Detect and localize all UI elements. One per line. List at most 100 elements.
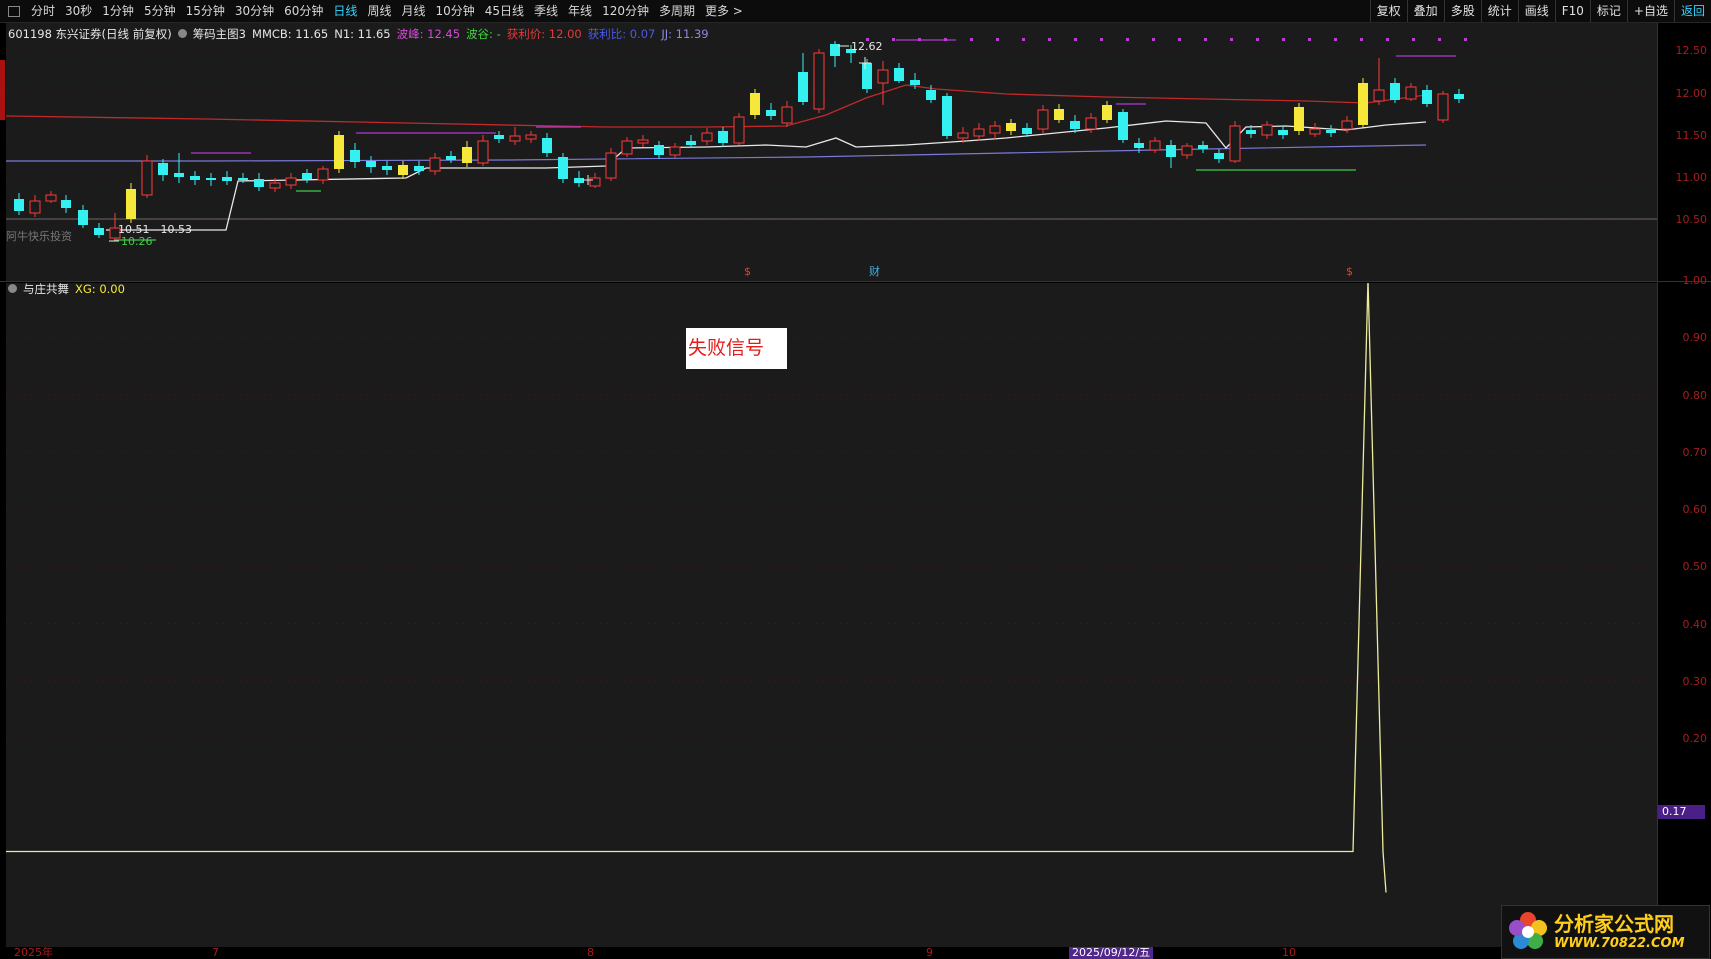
indicator-tick-label: 0.30 bbox=[1682, 674, 1708, 688]
candle-body bbox=[414, 166, 424, 171]
tool-button[interactable]: 返回 bbox=[1673, 0, 1711, 22]
indicator-tick-label: 0.20 bbox=[1682, 732, 1708, 745]
peak-dot bbox=[918, 38, 921, 41]
period-toolbar: 分时 30秒 1分钟 5分钟 15分钟 30分钟 60分钟 日线 周线 月线 10分钟 45日线 季线年… bbox=[0, 0, 1711, 23]
sub-indicator-panel[interactable] bbox=[6, 279, 1657, 947]
price-tick-label: 12.50 bbox=[1675, 44, 1708, 57]
peak-dot bbox=[1360, 38, 1363, 41]
period-tab[interactable]: 1分钟 bbox=[97, 0, 139, 22]
candle-body bbox=[317, 168, 329, 181]
indicator-tick-label: 0.50 bbox=[1682, 560, 1708, 574]
profit-ratio-value: 获利比: 0.07 bbox=[587, 27, 656, 41]
candle-body bbox=[1309, 128, 1321, 135]
candle-body bbox=[126, 189, 136, 219]
period-tab[interactable]: 120分钟 bbox=[597, 0, 654, 22]
period-tab[interactable]: 5分钟 bbox=[139, 0, 181, 22]
tool-button[interactable]: +自选 bbox=[1626, 0, 1674, 22]
candle-body bbox=[1149, 140, 1161, 151]
candle-body bbox=[222, 177, 232, 181]
peak-dot bbox=[970, 38, 973, 41]
candle-body bbox=[477, 140, 489, 164]
peak-dot bbox=[1126, 38, 1129, 41]
tool-button[interactable]: 标记 bbox=[1589, 0, 1627, 22]
period-tab[interactable]: 多周期 bbox=[654, 0, 700, 22]
candle-body bbox=[382, 166, 392, 170]
period-tab[interactable]: 月线 bbox=[396, 0, 430, 22]
period-tab[interactable]: 30秒 bbox=[60, 0, 97, 22]
period-tab[interactable]: 60分钟 bbox=[279, 0, 328, 22]
candle-body bbox=[926, 90, 936, 100]
candle-body bbox=[190, 176, 200, 180]
tool-button[interactable]: 叠加 bbox=[1406, 0, 1444, 22]
indicator-settings-icon[interactable] bbox=[177, 29, 187, 38]
period-tab[interactable]: 日线 bbox=[328, 0, 362, 22]
signal-line bbox=[6, 279, 1387, 893]
period-tab[interactable]: 年线 bbox=[563, 0, 597, 22]
stock-name[interactable]: 601198 东兴证券(日线 前复权) bbox=[8, 26, 172, 42]
candle-body bbox=[813, 52, 825, 110]
candle-body bbox=[1294, 107, 1304, 131]
candle-body bbox=[1405, 86, 1417, 100]
window-toggle-icon[interactable] bbox=[6, 3, 22, 19]
candle-body bbox=[877, 69, 889, 84]
candle-body bbox=[894, 68, 904, 81]
jj-value: JJ: 11.39 bbox=[661, 27, 709, 41]
sub-indicator-settings-icon[interactable] bbox=[8, 284, 17, 293]
candle-body bbox=[1166, 145, 1176, 157]
period-tab[interactable]: 15分钟 bbox=[181, 0, 230, 22]
event-marker: $ bbox=[744, 265, 751, 278]
period-tab[interactable]: 分时 bbox=[26, 0, 60, 22]
candle-body bbox=[254, 179, 264, 187]
candle-body bbox=[14, 199, 24, 211]
sub-indicator-name[interactable]: 与庄共舞 bbox=[23, 281, 69, 297]
sub-indicator-header: 与庄共舞 XG: 0.00 bbox=[8, 281, 125, 297]
candle-body bbox=[29, 200, 41, 214]
watermark-label: 阿牛快乐投资 bbox=[6, 229, 72, 243]
tool-button[interactable]: 统计 bbox=[1480, 0, 1518, 22]
candle-body bbox=[605, 152, 617, 179]
candle-body bbox=[285, 177, 297, 186]
tool-button[interactable]: 多股 bbox=[1443, 0, 1481, 22]
tool-button[interactable]: F10 bbox=[1554, 0, 1590, 22]
candle-body bbox=[446, 156, 456, 160]
candle-body bbox=[1390, 83, 1400, 100]
candle-body bbox=[158, 163, 168, 175]
candle-body bbox=[1358, 83, 1368, 125]
candle-body bbox=[45, 194, 57, 202]
indicator-chart[interactable] bbox=[6, 279, 1657, 947]
tool-button[interactable]: 复权 bbox=[1369, 0, 1407, 22]
kline-chart[interactable]: 12.6210.51 - 10.5310.26阿牛快乐投资$ 财 $ bbox=[5, 23, 1657, 281]
date-label: 8 bbox=[587, 946, 594, 959]
peak-dot bbox=[1048, 38, 1051, 41]
peak-dot bbox=[1308, 38, 1311, 41]
period-tab[interactable]: 季线 bbox=[529, 0, 563, 22]
period-tab[interactable]: 30分钟 bbox=[230, 0, 279, 22]
logo-url: WWW.70822.COM bbox=[1554, 936, 1685, 951]
candle-body bbox=[238, 178, 248, 180]
period-tab[interactable]: 10分钟 bbox=[430, 0, 479, 22]
period-tab[interactable]: 周线 bbox=[362, 0, 396, 22]
candle-body bbox=[61, 200, 71, 208]
candle-body bbox=[1373, 89, 1385, 102]
candle-body bbox=[334, 135, 344, 169]
candle-body bbox=[269, 182, 281, 189]
peak-dot bbox=[1100, 38, 1103, 41]
peak-dot bbox=[944, 38, 947, 41]
ma-red-line bbox=[5, 84, 1427, 128]
period-tab[interactable]: 45日线 bbox=[480, 0, 529, 22]
candle-body bbox=[781, 106, 793, 124]
candle-body bbox=[429, 157, 441, 172]
peak-value: 波峰: 12.45 bbox=[396, 27, 461, 41]
indicator-name[interactable]: 筹码主图3 bbox=[193, 26, 246, 42]
candle-body bbox=[1341, 120, 1353, 130]
indicator-tick-label: 0.40 bbox=[1682, 617, 1708, 631]
peak-dot bbox=[1464, 38, 1467, 41]
candle-body bbox=[509, 135, 521, 142]
candle-body bbox=[1118, 112, 1128, 140]
period-tabs: 分时 30秒 1分钟 5分钟 15分钟 30分钟 60分钟 日线 周线 月线 10分钟 45日线 季线年… bbox=[26, 0, 748, 22]
candle-body bbox=[733, 116, 745, 144]
main-kline-panel[interactable]: 12.62 10.51 - 10.53 10.26 阿牛快乐投资 $ 财 $ bbox=[5, 23, 1657, 281]
period-tab[interactable]: 更多 > bbox=[700, 0, 748, 22]
tool-button[interactable]: 画线 bbox=[1517, 0, 1555, 22]
peak-dot bbox=[1204, 38, 1207, 41]
